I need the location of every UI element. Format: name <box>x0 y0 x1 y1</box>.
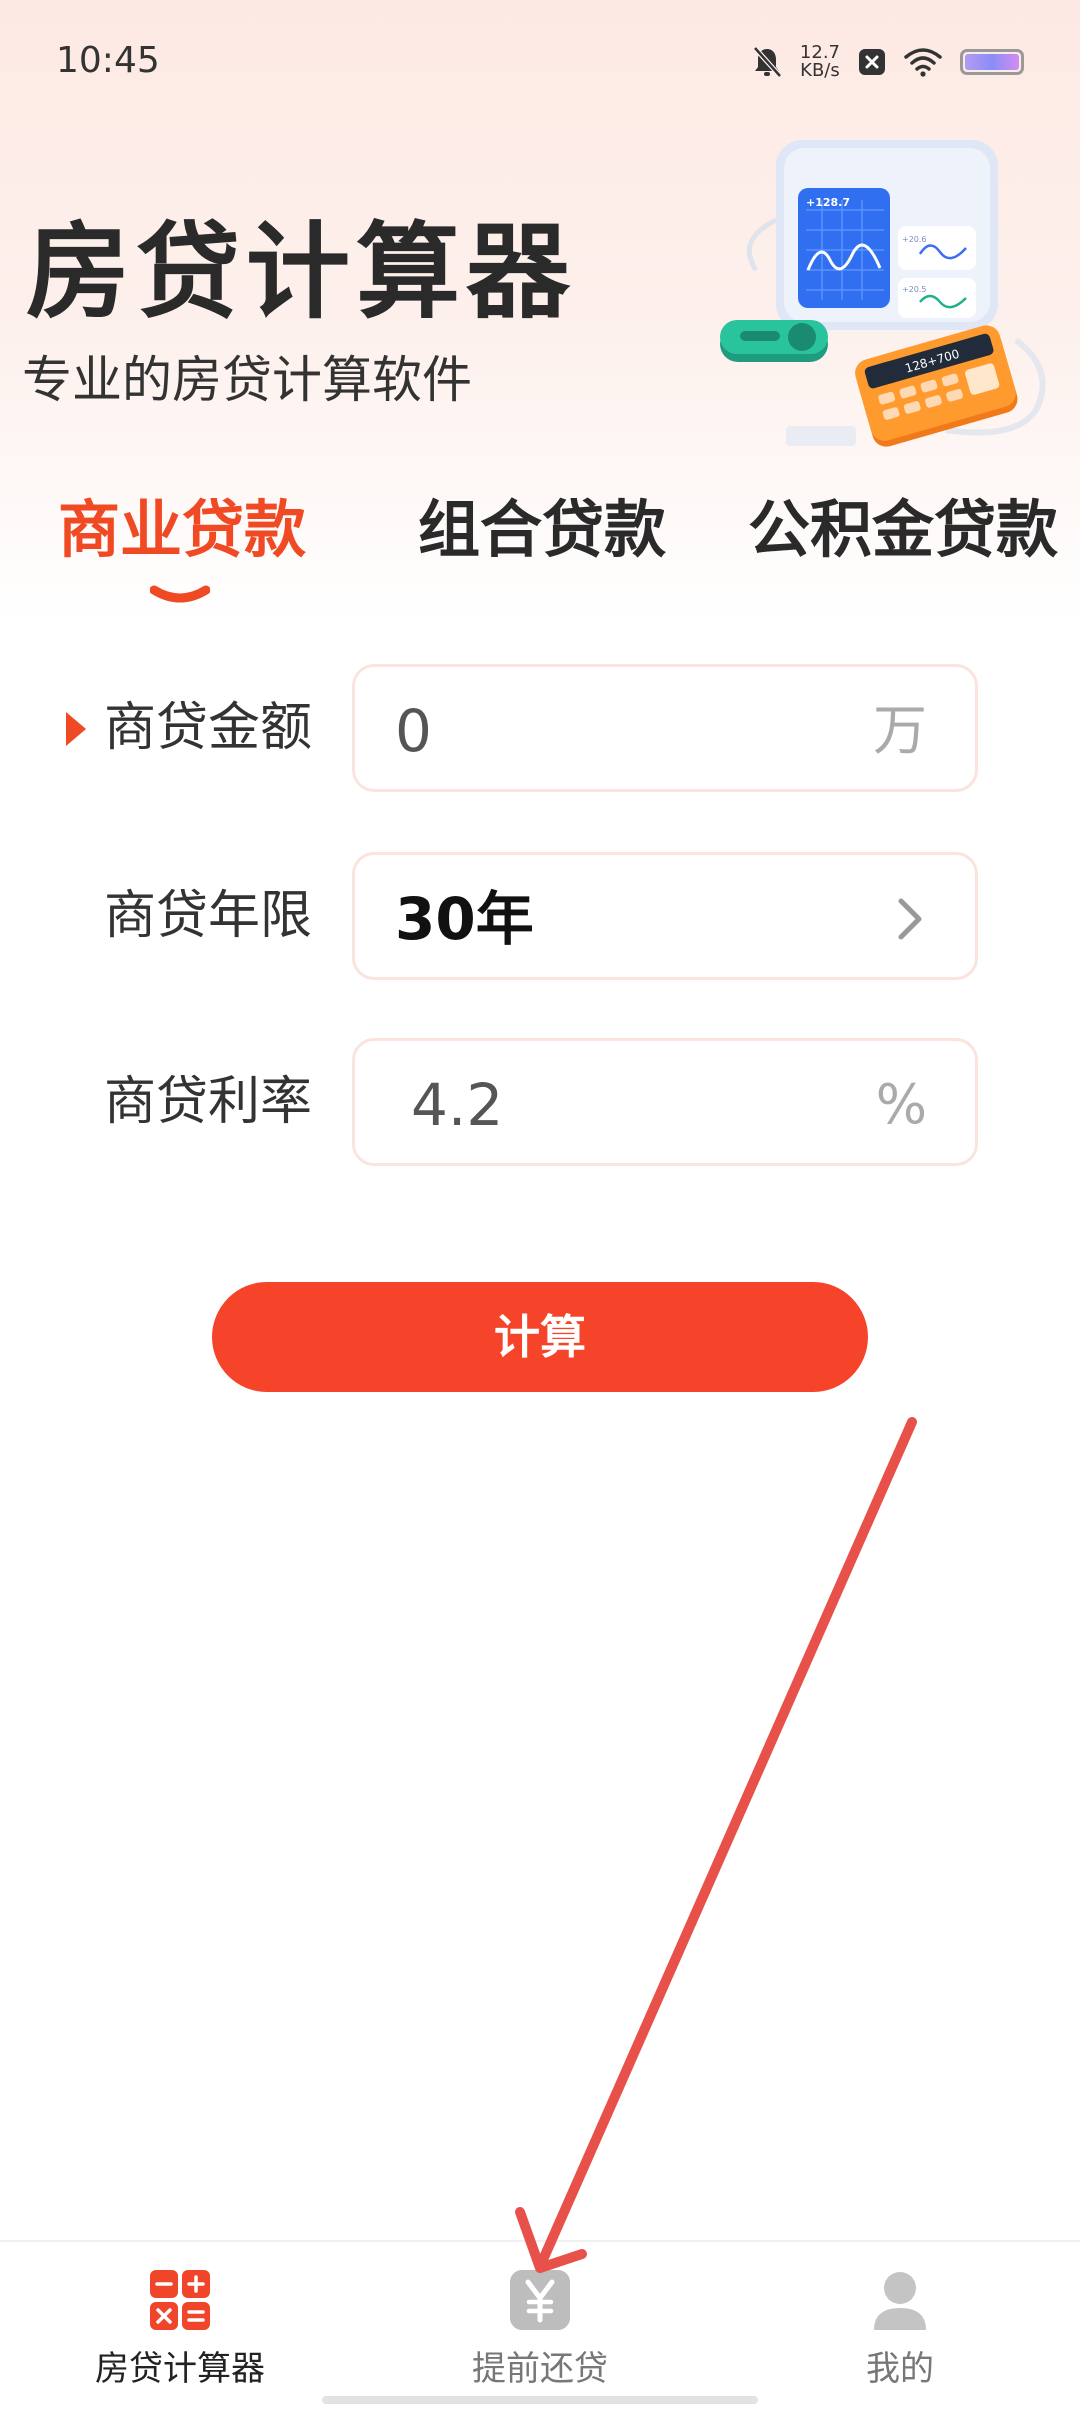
loan-term-row: 商贷年限 30年 <box>0 852 1080 980</box>
page-subtitle: 专业的房贷计算软件 <box>22 351 472 409</box>
loan-amount-input[interactable]: 0 万 <box>352 664 978 792</box>
required-marker-icon <box>66 712 86 746</box>
loan-amount-label: 商贷金额 <box>104 698 313 758</box>
nav-item-early-repayment[interactable]: 提前还贷 <box>390 2242 690 2410</box>
page-title: 房贷计算器 <box>26 211 577 333</box>
loan-type-tabs: 商业贷款 组合贷款 公积金贷款 <box>0 488 1080 628</box>
calculate-button[interactable]: 计算 <box>212 1282 868 1392</box>
status-bar: 10:45 12.7 KB/s <box>0 0 1080 120</box>
loan-amount-unit: 万 <box>873 699 927 762</box>
interest-rate-row: 商贷利率 4.2 % <box>0 1038 1080 1166</box>
calculator-icon <box>150 2270 210 2330</box>
battery-icon <box>960 49 1024 75</box>
tab-provident-fund-loan[interactable]: 公积金贷款 <box>748 488 1058 572</box>
calculator-dashboard-illustration: +128.7 +20.6 +20.5 128+700 <box>716 130 1062 470</box>
loan-amount-row: 商贷金额 0 万 <box>0 664 1080 792</box>
bell-muted-icon <box>752 46 782 78</box>
status-time: 10:45 <box>56 40 160 81</box>
interest-rate-unit: % <box>875 1073 927 1136</box>
status-icons: 12.7 KB/s <box>752 40 1024 84</box>
loan-term-label: 商贷年限 <box>104 886 313 946</box>
yen-icon <box>510 2270 570 2330</box>
net-speed: 12.7 KB/s <box>799 42 840 81</box>
close-box-icon <box>858 48 886 76</box>
bottom-nav: 房贷计算器 提前还贷 我的 <box>0 2240 1080 2410</box>
interest-rate-value: 4.2 <box>411 1071 504 1139</box>
home-indicator <box>322 2396 758 2404</box>
tab-combined-loan[interactable]: 组合贷款 <box>418 488 666 572</box>
user-icon <box>874 2272 926 2330</box>
nav-item-profile[interactable]: 我的 <box>750 2242 1050 2410</box>
illustration-card-top-label: +20.6 <box>902 235 927 244</box>
nav-label-early-repayment: 提前还贷 <box>472 2349 608 2389</box>
active-tab-indicator <box>150 585 210 603</box>
loan-term-value: 30年 <box>395 885 534 953</box>
nav-label-mortgage-calculator: 房贷计算器 <box>95 2349 265 2389</box>
nav-item-mortgage-calculator[interactable]: 房贷计算器 <box>30 2242 330 2410</box>
loan-term-select[interactable]: 30年 <box>352 852 978 980</box>
interest-rate-label: 商贷利率 <box>104 1072 313 1132</box>
illustration-card-bottom-label: +20.5 <box>902 285 927 294</box>
interest-rate-input[interactable]: 4.2 % <box>352 1038 978 1166</box>
nav-label-profile: 我的 <box>866 2349 934 2389</box>
loan-amount-value: 0 <box>395 697 432 765</box>
wifi-icon <box>904 47 942 77</box>
tab-commercial-loan[interactable]: 商业贷款 <box>58 488 306 572</box>
illustration-screen-label: +128.7 <box>806 196 850 209</box>
chevron-right-icon <box>898 898 922 940</box>
